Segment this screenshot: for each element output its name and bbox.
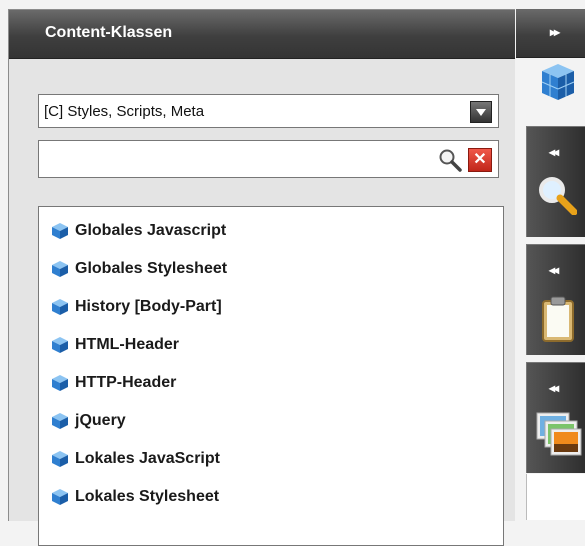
panel-title: Content-Klassen — [45, 24, 173, 41]
list-item-label: jQuery — [75, 412, 126, 429]
category-select-value: [C] Styles, Scripts, Meta — [44, 103, 205, 120]
search-box: ✕ — [38, 140, 499, 178]
cube-icon — [52, 489, 68, 505]
list-item-label: HTML-Header — [75, 336, 180, 353]
list-item-label: HTTP-Header — [75, 374, 177, 391]
cubes-icon — [541, 64, 575, 100]
list-item-label: History [Body-Part] — [75, 298, 222, 315]
rail-empty-area — [526, 474, 585, 520]
clipboard-icon — [542, 296, 574, 342]
list-item-label: Globales Javascript — [75, 222, 227, 239]
cube-icon — [52, 261, 68, 277]
category-select[interactable]: [C] Styles, Scripts, Meta — [38, 94, 499, 128]
list-item[interactable]: HTTP-Header — [51, 371, 176, 395]
list-item[interactable]: jQuery — [51, 409, 126, 433]
list-item[interactable]: HTML-Header — [51, 333, 179, 357]
list-item[interactable]: Globales Javascript — [51, 219, 226, 243]
cube-icon — [52, 299, 68, 315]
panel-header: Content-Klassen — [9, 10, 515, 59]
list-item[interactable]: Lokales JavaScript — [51, 447, 220, 471]
collapse-arrows-icon[interactable]: ◂◂ — [549, 263, 559, 277]
rail-header: ▸▸ — [516, 9, 585, 58]
list-item-label: Lokales Stylesheet — [75, 488, 220, 505]
list-item[interactable]: History [Body-Part] — [51, 295, 222, 319]
collapse-arrows-icon[interactable]: ◂◂ — [549, 145, 559, 159]
cube-icon — [52, 451, 68, 467]
content-class-list: Globales Javascript Globales Stylesheet … — [38, 206, 504, 546]
rail-tab-clipboard[interactable]: ◂◂ — [526, 244, 585, 355]
list-item-label: Lokales JavaScript — [75, 450, 220, 467]
list-item[interactable]: Globales Stylesheet — [51, 257, 227, 281]
cube-icon — [52, 413, 68, 429]
collapse-arrows-icon[interactable]: ◂◂ — [549, 381, 559, 395]
magnifier-icon — [539, 177, 577, 215]
search-input[interactable] — [43, 145, 427, 175]
dropdown-arrow-icon[interactable] — [470, 101, 492, 123]
side-rail: ▸▸ ◂◂ ◂◂ ◂◂ — [516, 0, 585, 520]
rail-tab-search[interactable]: ◂◂ — [526, 126, 585, 237]
rail-tab-images[interactable]: ◂◂ — [526, 362, 585, 473]
clear-search-icon[interactable]: ✕ — [468, 148, 492, 172]
cube-icon — [52, 337, 68, 353]
search-icon[interactable] — [438, 148, 462, 172]
cube-icon — [52, 223, 68, 239]
list-item-label: Globales Stylesheet — [75, 260, 228, 277]
content-classes-panel: Content-Klassen [C] Styles, Scripts, Met… — [8, 9, 515, 546]
cube-icon — [52, 375, 68, 391]
expand-arrows-icon[interactable]: ▸▸ — [550, 25, 560, 39]
images-icon — [536, 412, 582, 456]
list-item[interactable]: Lokales Stylesheet — [51, 485, 219, 509]
